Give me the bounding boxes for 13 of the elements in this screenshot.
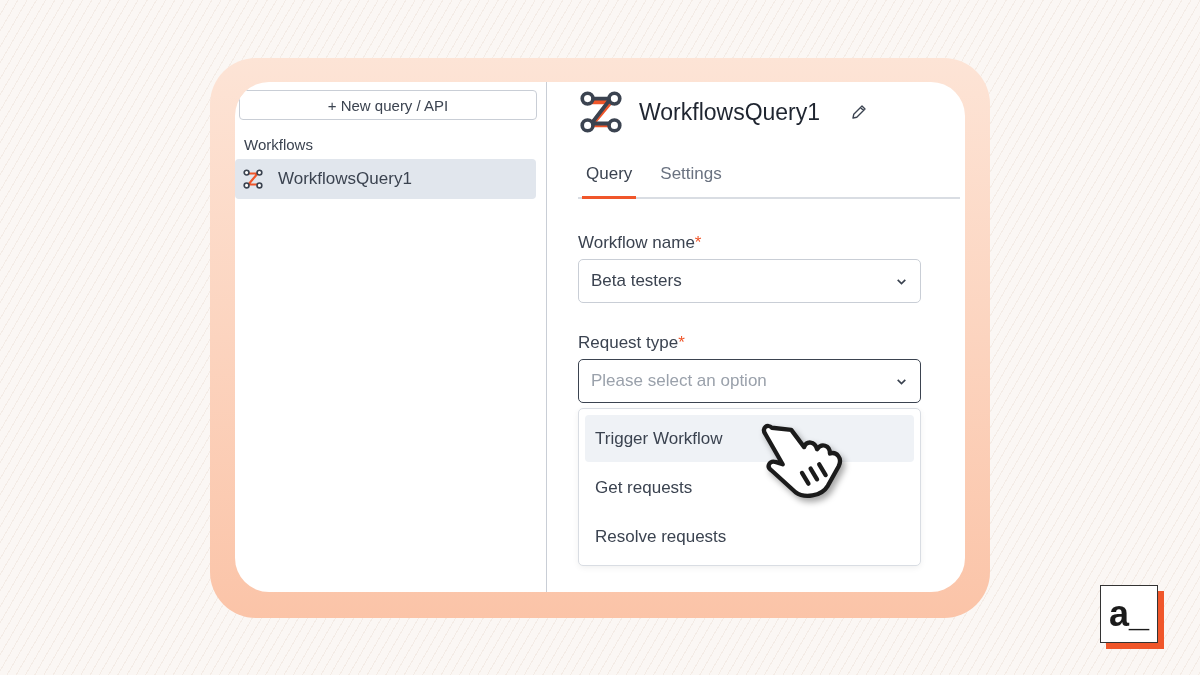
workflow-icon — [242, 168, 264, 190]
query-title: WorkflowsQuery1 — [639, 98, 821, 126]
select-field[interactable]: Beta testers — [578, 259, 921, 303]
sidebar-item[interactable]: WorkflowsQuery1 — [235, 159, 536, 199]
section-label: Workflows — [244, 136, 314, 153]
new-query-button[interactable]: + New query / API — [239, 90, 537, 120]
tab[interactable]: Query — [582, 154, 637, 199]
tab[interactable]: Settings — [656, 154, 726, 199]
workflow-icon — [578, 89, 624, 135]
dropdown-option[interactable]: Resolve requests — [585, 513, 914, 560]
field-label: Workflow name* — [578, 233, 703, 253]
dropdown-option[interactable]: Get requests — [585, 464, 914, 511]
field-label: Request type* — [578, 333, 686, 353]
